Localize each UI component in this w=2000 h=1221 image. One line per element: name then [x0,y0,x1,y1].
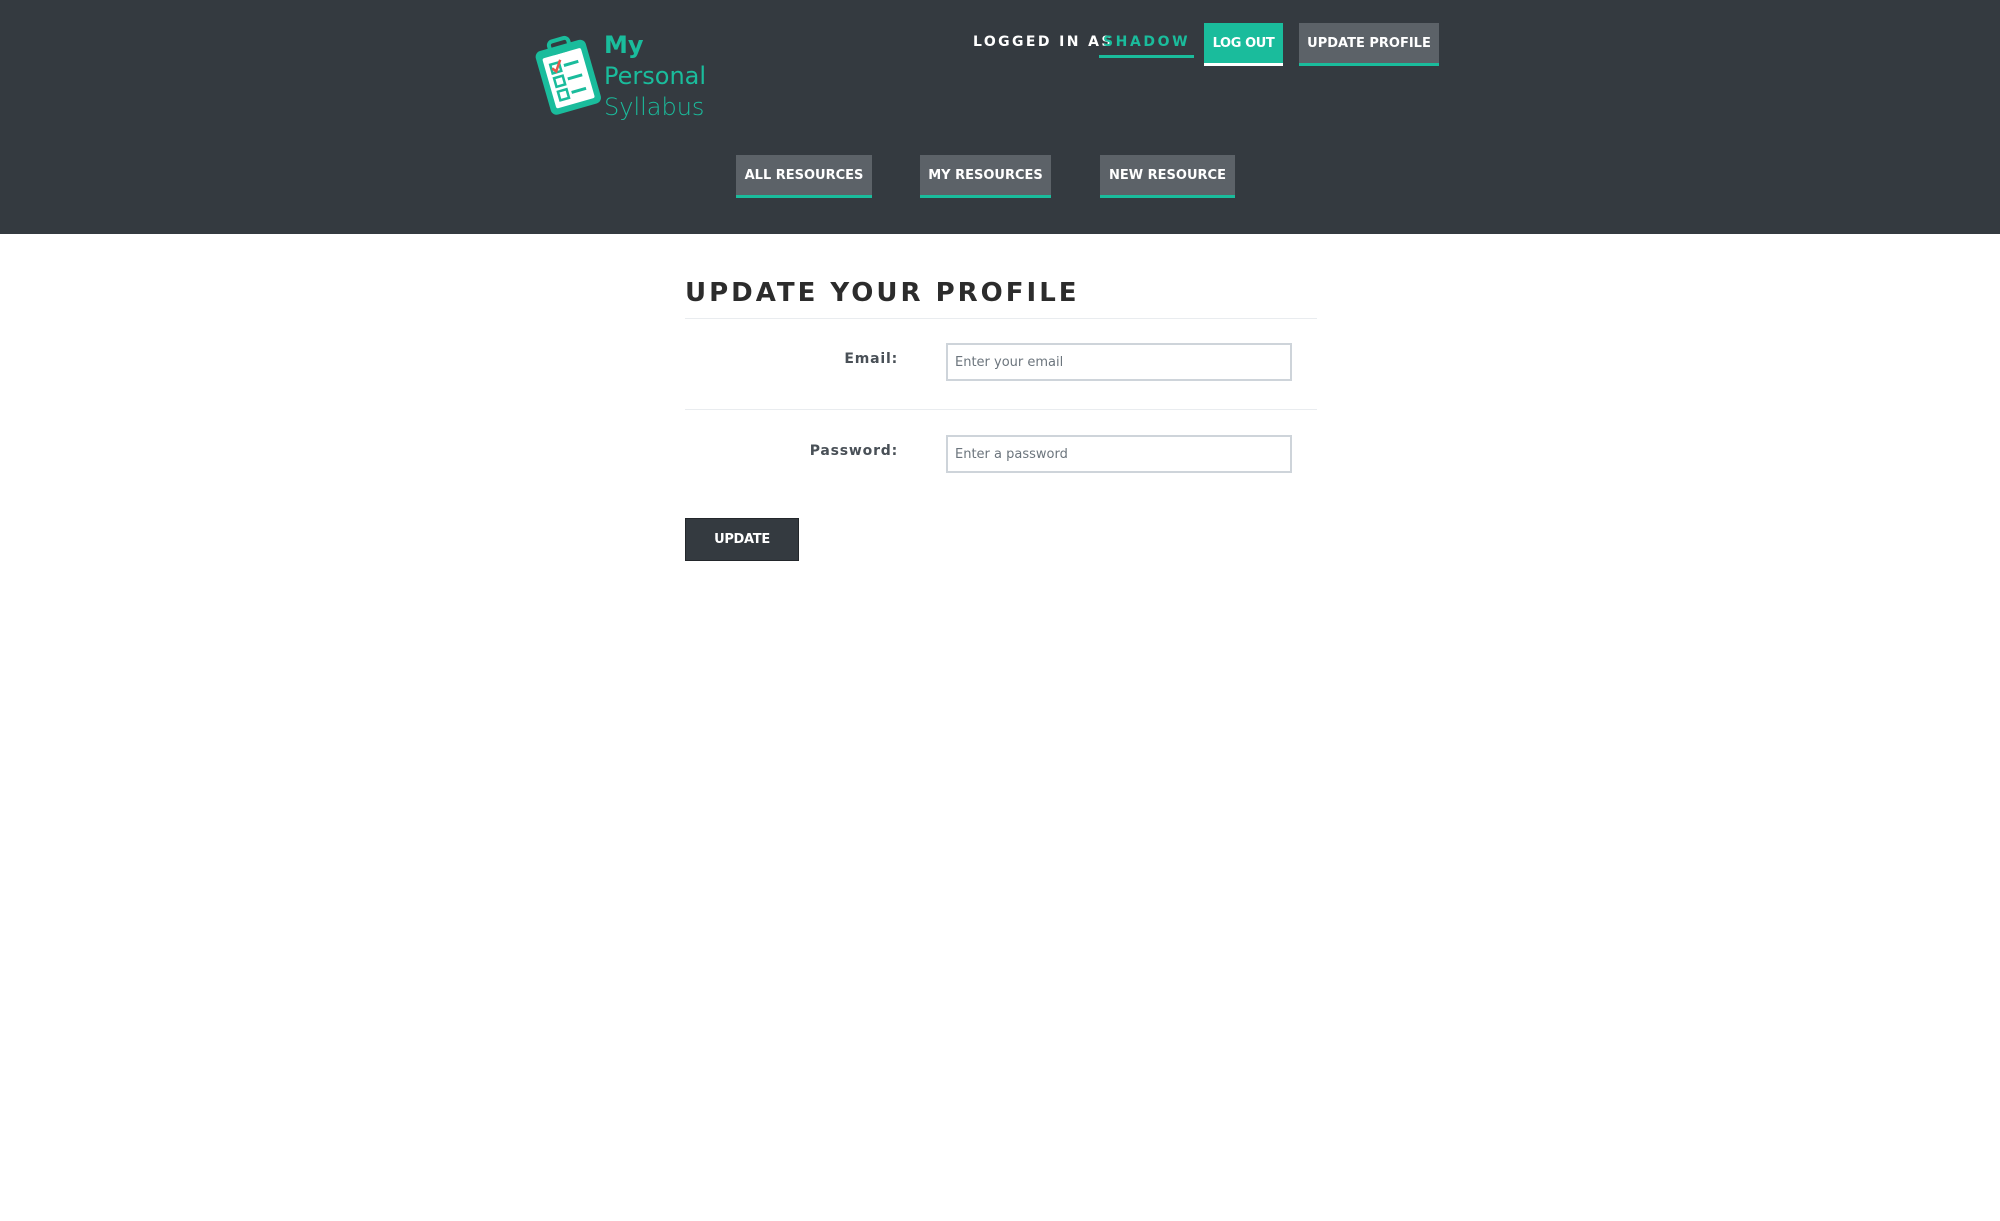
site-header: My Personal Syllabus LOGGED IN AS SHADOW… [0,0,2000,234]
update-button[interactable]: UPDATE [685,518,799,561]
email-field[interactable] [946,343,1292,381]
email-label: Email: [844,351,898,367]
logo-text-line1: My [604,31,644,59]
nav-my-resources[interactable]: MY RESOURCES [920,155,1051,198]
logo-wordmark: My Personal Syllabus [604,30,706,123]
username-link[interactable]: SHADOW [1099,34,1195,58]
logo-text-line2: Personal [604,62,707,90]
update-profile-button[interactable]: UPDATE PROFILE [1299,23,1439,66]
logo-text-line3: Syllabus [604,93,705,121]
site-logo[interactable]: My Personal Syllabus [534,30,714,122]
nav-new-resource[interactable]: NEW RESOURCE [1100,155,1235,198]
logout-button[interactable]: LOG OUT [1204,23,1283,66]
password-label: Password: [809,443,898,459]
password-field[interactable] [946,435,1292,473]
clipboard-checklist-icon [535,35,601,115]
nav-all-resources[interactable]: ALL RESOURCES [736,155,872,198]
page-title: UPDATE YOUR PROFILE [685,278,1080,308]
divider [685,318,1317,319]
divider [685,409,1317,410]
logged-in-label: LOGGED IN AS [973,34,1114,50]
